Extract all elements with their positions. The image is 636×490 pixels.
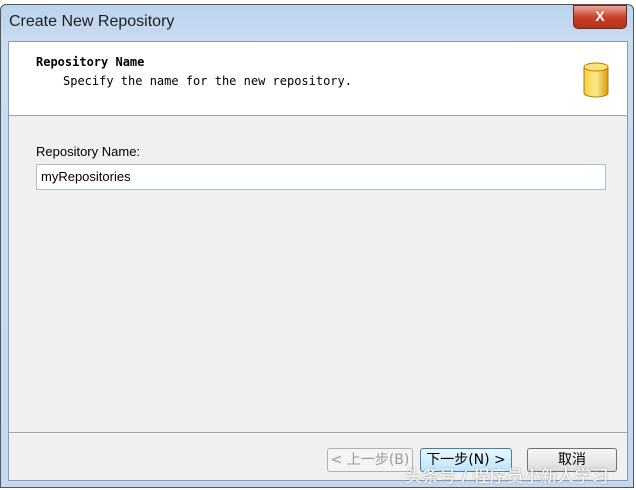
watermark: 头条号 / 程序员小新人学习 [405, 467, 609, 487]
header-subtitle: Specify the name for the new repository. [63, 74, 352, 88]
wizard-header: Repository Name Specify the name for the… [9, 42, 627, 116]
divider [9, 432, 627, 434]
repository-name-label: Repository Name: [36, 144, 141, 159]
repository-name-input[interactable]: myRepositories [36, 164, 606, 190]
close-button[interactable]: X [573, 5, 627, 29]
window-title: Create New Repository [9, 13, 175, 30]
dialog-client: Repository Name Specify the name for the… [8, 41, 628, 481]
dialog-window: Create New Repository X Repository Name … [0, 4, 634, 488]
database-icon [583, 62, 609, 98]
back-button[interactable]: < 上一步(B) [327, 448, 413, 472]
header-title: Repository Name [36, 55, 145, 69]
